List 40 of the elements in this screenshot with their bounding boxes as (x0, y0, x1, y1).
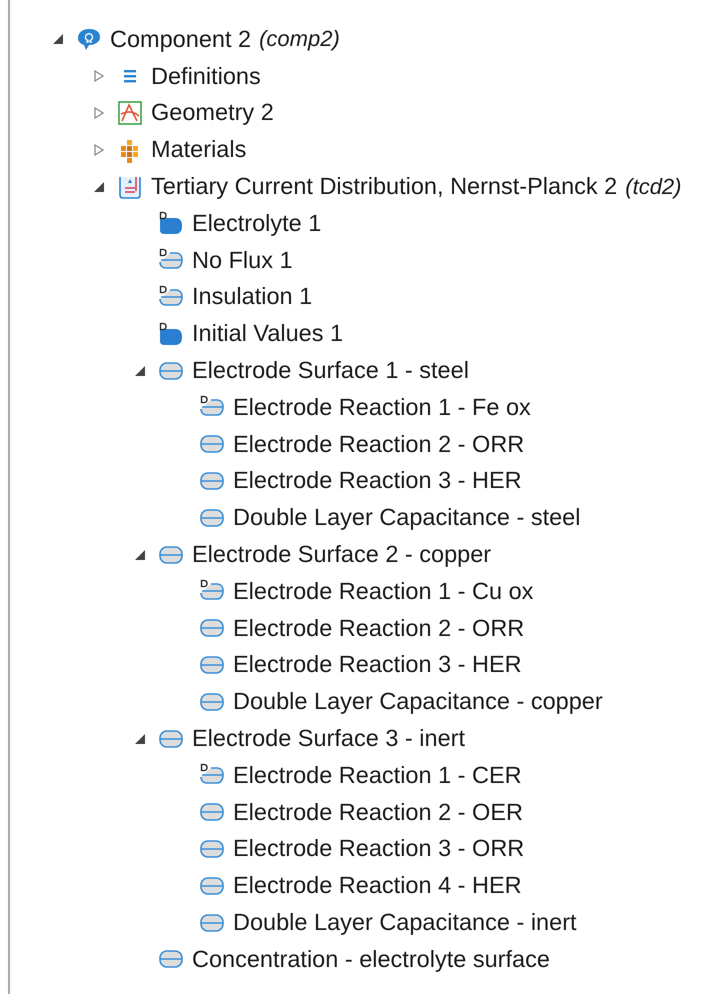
domain-icon (158, 210, 184, 236)
component-icon (76, 26, 102, 52)
expand-toggle[interactable] (93, 144, 105, 156)
tree-item[interactable]: Tertiary Current Distribution, Nernst-Planck 2 (151, 173, 618, 200)
tree-item[interactable]: Double Layer Capacitance - copper (233, 688, 603, 716)
tree-item[interactable]: Component 2 (110, 26, 252, 53)
collapse-toggle[interactable] (93, 180, 105, 193)
tree-item[interactable]: Double Layer Capacitance - inert (233, 909, 577, 936)
collapse-toggle[interactable] (52, 33, 64, 46)
tree-item[interactable]: No Flux 1 (192, 246, 293, 274)
expand-toggle[interactable] (93, 106, 105, 119)
tree-item[interactable]: Electrode Reaction 4 - HER (233, 872, 522, 900)
collapse-toggle[interactable] (134, 732, 146, 745)
tree-item[interactable]: Electrode Reaction 3 - HER (233, 467, 522, 494)
tree-item[interactable]: Initial Values 1 (192, 320, 344, 348)
tree-item[interactable]: Electrode Reaction 2 - OER (233, 798, 523, 826)
tree-item-tag: (comp2) (259, 26, 340, 52)
tree-item[interactable]: Electrode Reaction 1 - Fe ox (233, 394, 531, 421)
tree-item[interactable]: Electrode Reaction 1 - Cu ox (233, 578, 534, 605)
tree-item[interactable]: Electrode Reaction 1 - CER (233, 762, 522, 789)
tree-item[interactable]: Electrode Surface 2 - copper (192, 541, 492, 568)
tree-item[interactable]: Concentration - electrolyte surface (192, 946, 550, 973)
tree-item[interactable]: Geometry 2 (151, 99, 274, 126)
tree-item[interactable]: Double Layer Capacitance - steel (233, 504, 580, 532)
expand-toggle[interactable] (93, 70, 105, 82)
collapse-toggle[interactable] (134, 548, 146, 561)
tree-item[interactable]: Electrode Surface 3 - inert (192, 725, 465, 752)
collapse-toggle[interactable] (134, 364, 146, 377)
tree-item[interactable]: Electrode Reaction 3 - ORR (233, 835, 524, 862)
domain-icon (158, 320, 184, 347)
tree-item[interactable]: Electrode Reaction 3 - HER (233, 651, 522, 678)
tree-item-tag: (tcd2) (625, 174, 682, 200)
tree-item[interactable]: Materials (151, 136, 246, 164)
tree-item[interactable]: Insulation 1 (192, 283, 312, 310)
tree-item[interactable]: Electrode Reaction 2 - ORR (233, 614, 524, 642)
tree-item[interactable]: Electrode Reaction 2 - ORR (233, 430, 524, 458)
geometry-icon (117, 100, 143, 126)
tree-item[interactable]: Electrolyte 1 (192, 210, 322, 237)
tree-item[interactable]: Electrode Surface 1 - steel (192, 357, 469, 384)
tree-item[interactable]: Definitions (151, 62, 261, 90)
